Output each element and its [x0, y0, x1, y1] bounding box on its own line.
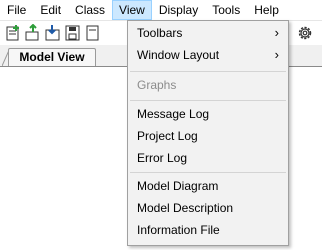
menu-item-information-file[interactable]: Information File — [128, 219, 288, 241]
save-icon[interactable] — [64, 24, 82, 42]
menu-item-toolbars[interactable]: Toolbars › — [128, 22, 288, 44]
add-class-icon[interactable] — [24, 24, 42, 42]
menu-view[interactable]: View — [112, 0, 152, 20]
menu-class[interactable]: Class — [68, 0, 112, 20]
tab-model-view[interactable]: Model View — [8, 48, 96, 66]
import-icon[interactable] — [44, 24, 62, 42]
menu-help[interactable]: Help — [247, 0, 286, 20]
document-icon[interactable] — [84, 24, 102, 42]
chevron-right-icon: › — [274, 25, 279, 40]
menu-item-model-diagram[interactable]: Model Diagram — [128, 175, 288, 197]
view-menu-dropdown: Toolbars › Window Layout › Graphs Messag… — [127, 20, 289, 246]
menu-item-project-log[interactable]: Project Log — [128, 125, 288, 147]
menu-separator — [130, 172, 286, 173]
chevron-right-icon: › — [274, 47, 279, 62]
menu-separator — [130, 71, 286, 72]
menu-bar: File Edit Class View Display Tools Help — [0, 0, 322, 20]
menu-item-label: Toolbars — [137, 26, 183, 40]
settings-gear-icon[interactable] — [296, 24, 314, 42]
menu-item-label: Window Layout — [137, 48, 220, 62]
menu-tools[interactable]: Tools — [205, 0, 247, 20]
menu-separator — [130, 100, 286, 101]
menu-item-error-log[interactable]: Error Log — [128, 147, 288, 169]
menu-item-model-description[interactable]: Model Description — [128, 197, 288, 219]
menu-item-window-layout[interactable]: Window Layout › — [128, 44, 288, 66]
menu-display[interactable]: Display — [152, 0, 205, 20]
menu-item-graphs: Graphs — [137, 78, 177, 92]
menu-item-message-log[interactable]: Message Log — [128, 103, 288, 125]
menu-file[interactable]: File — [0, 0, 33, 20]
new-file-icon[interactable] — [4, 24, 22, 42]
menu-edit[interactable]: Edit — [33, 0, 68, 20]
